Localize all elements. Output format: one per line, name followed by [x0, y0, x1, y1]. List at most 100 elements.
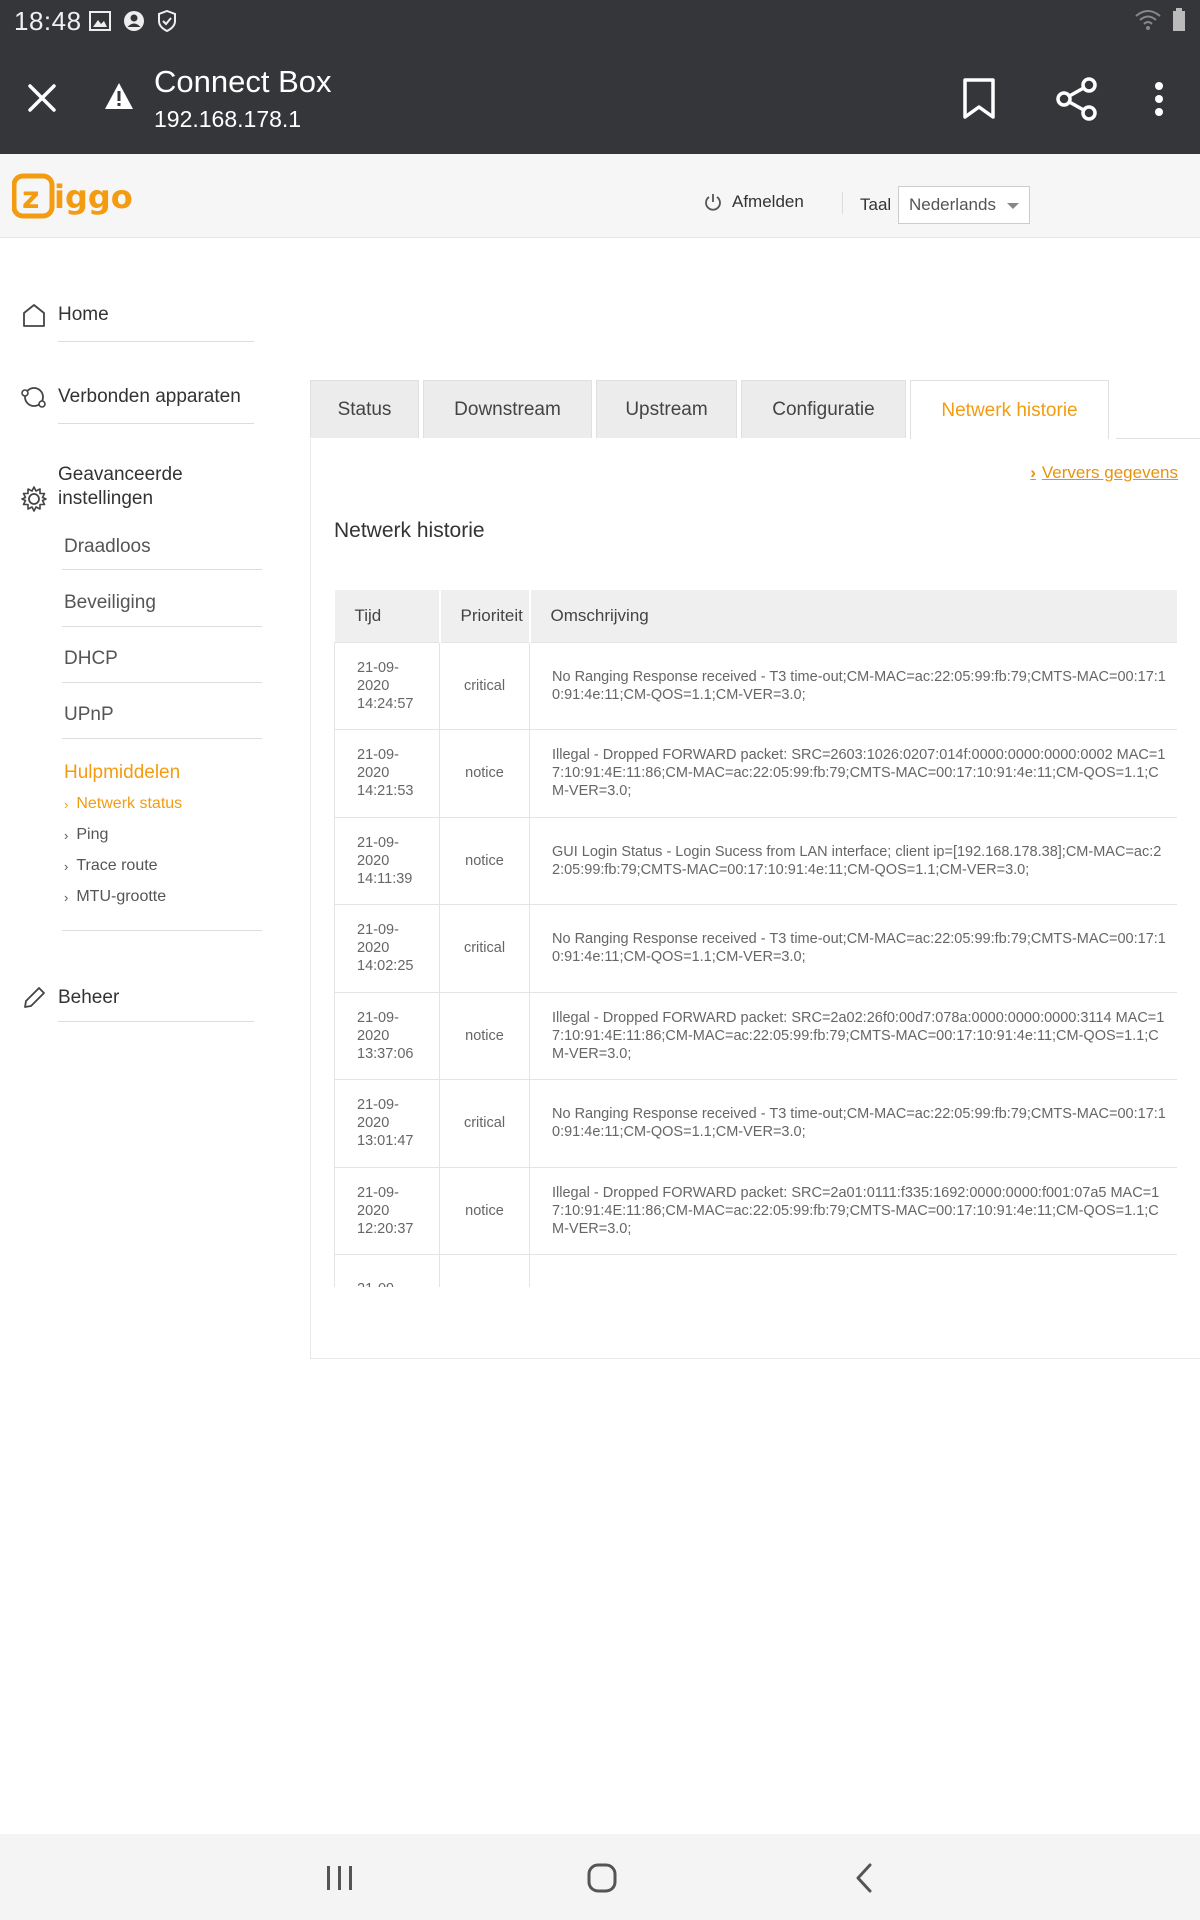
- sidebar-item-upnp[interactable]: UPnP: [64, 704, 114, 726]
- gallery-icon: [89, 11, 111, 31]
- cell-date: 21-09-: [357, 834, 399, 851]
- cell-clock: 12:20:37: [357, 1220, 414, 1237]
- network-history-table[interactable]: Tijd Prioriteit Omschrijving 21-09- 2020 1…: [334, 590, 1177, 1287]
- close-icon[interactable]: [22, 78, 62, 118]
- language-select[interactable]: Nederlands: [898, 186, 1030, 224]
- tab-network-history[interactable]: Netwerk historie: [910, 380, 1109, 440]
- chevron-right-icon: ›: [64, 796, 69, 812]
- chevron-right-icon: ›: [64, 858, 69, 874]
- cell-description: No Ranging Response received - T3 time-o…: [529, 1254, 1177, 1287]
- sidebar-item-home[interactable]: Home: [20, 301, 109, 329]
- shield-icon: [158, 10, 176, 32]
- tool-item-trace-route[interactable]: › Trace route: [64, 857, 158, 875]
- cell-date: 21-09-: [357, 747, 399, 764]
- cell-year: 2020: [357, 852, 390, 869]
- cell-time: 21-09- 2020 14:21:53: [334, 729, 440, 818]
- header-divider: [842, 192, 843, 214]
- cell-time: 21-09- 2020 14:24:57: [334, 641, 440, 730]
- sidebar-item-connected-devices[interactable]: Verbonden apparaten: [20, 383, 241, 411]
- refresh-label: Ververs gegevens: [1041, 463, 1178, 482]
- cell-time: 21-09- 2020 13:37:06: [334, 991, 440, 1080]
- logout-link[interactable]: Afmelden: [704, 192, 804, 212]
- cell-description: GUI Login Status - Login Sucess from LAN…: [529, 816, 1177, 905]
- share-button[interactable]: [1052, 74, 1102, 124]
- cell-description: No Ranging Response received - T3 time-o…: [529, 904, 1177, 993]
- tab-status[interactable]: Status: [310, 380, 419, 438]
- cell-clock: 14:11:39: [357, 870, 413, 887]
- column-header-priority[interactable]: Prioriteit: [439, 590, 531, 642]
- cell-description: Illegal - Dropped FORWARD packet: SRC=2a…: [529, 991, 1177, 1080]
- cell-priority: notice: [439, 991, 530, 1080]
- sidebar-item-advanced-settings[interactable]: Geavanceerde instellingen: [20, 463, 183, 513]
- divider: [62, 569, 262, 570]
- cell-clock: 14:24:57: [357, 695, 414, 712]
- tool-item-ping[interactable]: › Ping: [64, 826, 108, 844]
- sidebar-item-security[interactable]: Beveiliging: [64, 592, 156, 614]
- cell-description: Illegal - Dropped FORWARD packet: SRC=2a…: [529, 1166, 1177, 1255]
- back-icon[interactable]: [843, 1856, 887, 1900]
- cell-year: 2020: [357, 765, 390, 782]
- sidebar-advanced-label-line2: instellingen: [58, 488, 154, 509]
- cell-priority: critical: [439, 641, 530, 730]
- sidebar-advanced-label-line1: Geavanceerde: [58, 464, 183, 485]
- more-options-button[interactable]: [1134, 74, 1184, 124]
- column-header-time[interactable]: Tijd: [334, 590, 441, 642]
- chevron-right-icon: ›: [64, 827, 69, 843]
- column-header-description[interactable]: Omschrijving: [529, 590, 1177, 642]
- sidebar-item-management[interactable]: Beheer: [20, 984, 119, 1012]
- page-url: 192.168.178.1: [154, 106, 302, 132]
- cell-time: 21-09- 2020 12:20:37: [334, 1166, 440, 1255]
- table-row: 21-09- 2020 14:02:25 critical No Ranging Res…: [334, 904, 1177, 993]
- chevron-right-icon: ›: [64, 889, 69, 905]
- table-header-row: Tijd Prioriteit Omschrijving: [334, 590, 1177, 642]
- language-label: Taal: [860, 195, 892, 214]
- cell-description: No Ranging Response received - T3 time-o…: [529, 1079, 1177, 1168]
- tab-downstream[interactable]: Downstream: [423, 380, 592, 438]
- divider: [62, 682, 262, 683]
- cell-priority: notice: [439, 1166, 530, 1255]
- gear-icon: [21, 486, 47, 512]
- ziggo-logo[interactable]: z iggo: [12, 172, 142, 222]
- home-nav-icon[interactable]: [580, 1856, 624, 1900]
- cell-priority: notice: [439, 816, 530, 905]
- cell-clock: 13:37:06: [357, 1045, 414, 1062]
- warning-icon[interactable]: [103, 80, 135, 112]
- cell-priority: critical: [439, 904, 530, 993]
- cell-priority: critical: [439, 1254, 530, 1287]
- refresh-link[interactable]: › Ververs gegevens: [1030, 463, 1178, 483]
- sidebar-item-tools[interactable]: Hulpmiddelen: [64, 762, 180, 784]
- svg-text:z: z: [22, 181, 39, 216]
- tab-configuration[interactable]: Configuratie: [741, 380, 906, 438]
- cell-date: 21-09-: [357, 1184, 399, 1201]
- caret-down-icon: [1007, 203, 1019, 209]
- cell-year: 2020: [357, 1115, 390, 1132]
- table-row: 21-09- 2020 14:11:39 notice GUI Login Status…: [334, 816, 1177, 905]
- divider: [62, 738, 262, 739]
- devices-icon: [21, 387, 46, 408]
- status-bar: 18:48: [0, 0, 1200, 44]
- table-row: 21-09- 2020 14:21:53 notice Illegal - Droppe…: [334, 729, 1177, 818]
- share-icon: [1056, 77, 1097, 121]
- tool-item-network-status[interactable]: › Netwerk status: [64, 795, 182, 813]
- browser-toolbar: Connect Box 192.168.178.1: [0, 44, 1200, 154]
- tab-upstream[interactable]: Upstream: [596, 380, 737, 438]
- page-title: Connect Box: [154, 64, 332, 99]
- sidebar-item-wireless[interactable]: Draadloos: [64, 536, 151, 558]
- cell-time: 21-09- 2020 13:01:47: [334, 1079, 440, 1168]
- table-row: 21-09- 2020 13:37:06 notice Illegal - Droppe…: [334, 991, 1177, 1080]
- bookmark-button[interactable]: [954, 74, 1004, 124]
- recent-apps-icon[interactable]: [318, 1856, 362, 1900]
- system-nav-bar: [0, 1834, 1200, 1920]
- table-body: 21-09- 2020 14:24:57 critical No Ranging Res…: [334, 641, 1177, 1287]
- divider: [62, 930, 262, 931]
- cell-year: 2020: [357, 1027, 390, 1044]
- site-header: z iggo Afmelden Taal Nederlands: [0, 154, 1200, 238]
- home-icon: [23, 304, 45, 327]
- tool-item-mtu-size[interactable]: › MTU-grootte: [64, 888, 166, 906]
- cell-priority: critical: [439, 1079, 530, 1168]
- tool-label: Trace route: [76, 857, 158, 874]
- svg-text:iggo: iggo: [54, 178, 133, 216]
- table-row: 21-09-2020criticalNo Ranging Response re…: [334, 1254, 1177, 1287]
- status-time: 18:48: [14, 6, 82, 36]
- sidebar-item-dhcp[interactable]: DHCP: [64, 648, 118, 670]
